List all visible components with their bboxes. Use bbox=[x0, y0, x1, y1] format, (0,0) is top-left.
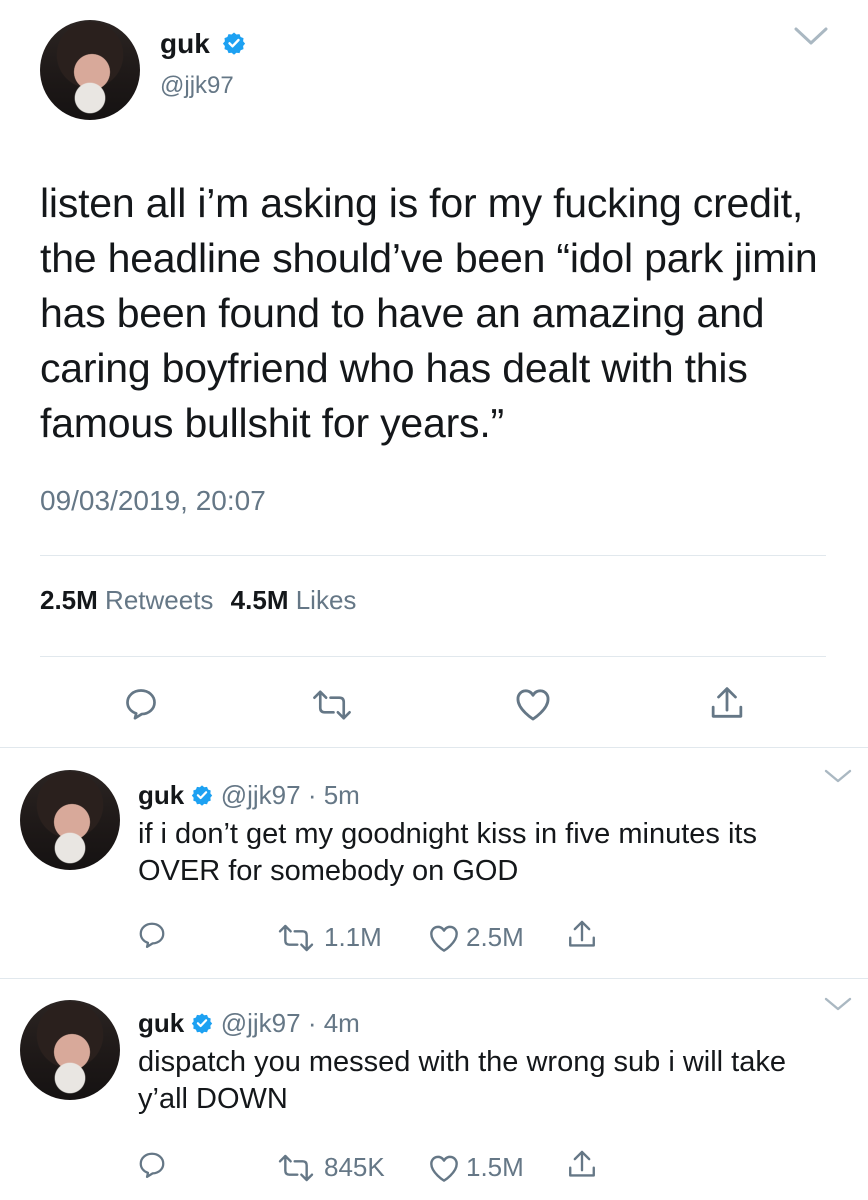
like-icon bbox=[430, 925, 458, 952]
tweet-time: · 4m bbox=[307, 1008, 360, 1038]
display-name[interactable]: guk bbox=[138, 780, 184, 810]
divider bbox=[40, 555, 826, 556]
timestamp: 09/03/2019, 20:07 bbox=[40, 485, 266, 516]
like-button[interactable] bbox=[514, 686, 552, 722]
tweet-time: · 5m bbox=[307, 780, 360, 810]
avatar[interactable] bbox=[20, 770, 120, 870]
handle[interactable]: @jjk97 bbox=[221, 780, 301, 810]
handle[interactable]: @jjk97 bbox=[160, 72, 234, 100]
reply-button[interactable] bbox=[136, 1150, 168, 1180]
divider bbox=[0, 747, 868, 748]
tweet-text: listen all i’m asking is for my fucking … bbox=[40, 180, 818, 446]
retweet-button[interactable]: 1.1M bbox=[276, 922, 382, 953]
reply-button[interactable] bbox=[136, 920, 168, 950]
chevron-down-icon[interactable] bbox=[824, 768, 852, 789]
like-icon bbox=[516, 689, 550, 721]
verified-badge-icon bbox=[222, 30, 246, 62]
share-icon bbox=[569, 1150, 595, 1177]
avatar[interactable] bbox=[40, 20, 140, 120]
verified-badge-icon bbox=[191, 1010, 213, 1040]
retweet-button[interactable]: 845K bbox=[276, 1152, 385, 1183]
tweet-text: dispatch you messed with the wrong sub i… bbox=[138, 1046, 786, 1115]
share-button[interactable] bbox=[566, 1148, 598, 1182]
like-button[interactable]: 2.5M bbox=[428, 922, 524, 953]
reply-icon bbox=[139, 1152, 165, 1178]
tweet-text: if i don’t get my goodnight kiss in five… bbox=[138, 818, 757, 887]
likes-count[interactable]: 4.5M bbox=[231, 585, 289, 615]
retweet-count: 845K bbox=[324, 1152, 385, 1182]
retweet-icon bbox=[278, 924, 314, 951]
display-name[interactable]: guk bbox=[160, 28, 210, 59]
handle[interactable]: @jjk97 bbox=[221, 1008, 301, 1038]
divider bbox=[40, 656, 826, 657]
share-button[interactable] bbox=[566, 918, 598, 952]
retweet-icon bbox=[313, 690, 351, 720]
tweet-stats: 2.5M Retweets 4.5M Likes bbox=[40, 585, 356, 616]
retweet-count: 1.1M bbox=[324, 922, 382, 952]
share-icon bbox=[711, 687, 743, 718]
retweets-label[interactable]: Retweets bbox=[105, 585, 213, 615]
like-button[interactable]: 1.5M bbox=[428, 1152, 524, 1183]
likes-label[interactable]: Likes bbox=[296, 585, 357, 615]
retweet-button[interactable] bbox=[310, 688, 354, 722]
divider bbox=[0, 978, 868, 979]
reply-icon bbox=[139, 922, 165, 948]
chevron-down-icon[interactable] bbox=[824, 996, 852, 1017]
reply-button[interactable] bbox=[122, 686, 160, 722]
display-name[interactable]: guk bbox=[138, 1008, 184, 1038]
like-icon bbox=[430, 1155, 458, 1182]
retweet-icon bbox=[278, 1154, 314, 1181]
share-icon bbox=[569, 920, 595, 947]
like-count: 1.5M bbox=[466, 1152, 524, 1182]
share-button[interactable] bbox=[708, 684, 746, 724]
chevron-down-icon[interactable] bbox=[794, 26, 828, 51]
reply-icon bbox=[126, 689, 156, 720]
avatar[interactable] bbox=[20, 1000, 120, 1100]
like-count: 2.5M bbox=[466, 922, 524, 952]
verified-badge-icon bbox=[191, 782, 213, 812]
retweets-count[interactable]: 2.5M bbox=[40, 585, 98, 615]
